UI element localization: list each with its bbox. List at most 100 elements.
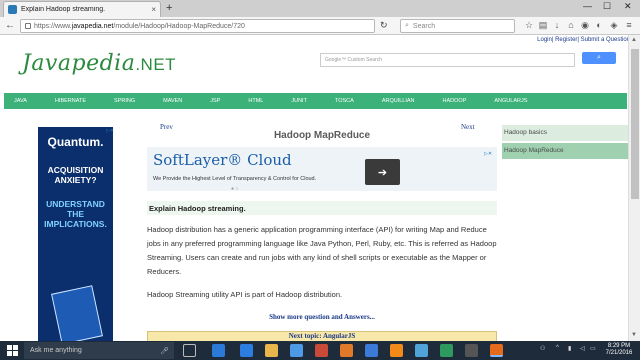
carousel-dots[interactable]: ● ○: [231, 186, 238, 192]
tray-chevron-icon[interactable]: ^: [556, 345, 559, 351]
question-heading: Explain Hadoop streaming.: [147, 201, 497, 215]
sidebar-item-hadoop-basics[interactable]: Hadoop basics: [502, 125, 628, 141]
menu-item-jsp[interactable]: JSP: [210, 98, 220, 104]
edge-browser-icon[interactable]: [212, 344, 225, 357]
browser-search-input[interactable]: ⌕ Search: [400, 19, 515, 33]
show-more-link[interactable]: Show more question and Answers...: [147, 313, 497, 321]
download-icon[interactable]: ↓: [552, 20, 562, 30]
banner-ad-arrow-button[interactable]: ➔: [365, 159, 400, 185]
ad-headline: ACQUISITION ANXIETY?: [47, 165, 104, 185]
menu-item-html[interactable]: HTML: [248, 98, 263, 104]
notification-icon[interactable]: ▭: [590, 345, 596, 352]
clock-date: 7/21/2016: [605, 350, 633, 356]
menu-item-junit[interactable]: JUNIT: [291, 98, 307, 104]
clock-time: 8:29 PM: [607, 343, 631, 349]
cortana-search-placeholder: Ask me anything: [30, 347, 82, 354]
app-icon-blue[interactable]: [365, 344, 378, 357]
maximize-button[interactable]: ☐: [603, 1, 611, 12]
menu-item-hibernate[interactable]: HIBERNATE: [55, 98, 86, 104]
browser-nav-bar: ← https://www. javapedia.net/module/Hadoo…: [0, 17, 640, 35]
volume-icon[interactable]: ◁: [580, 345, 585, 352]
banner-advertisement[interactable]: SoftLayer® Cloud We Provide the Highest …: [147, 147, 497, 192]
app-icon-orange[interactable]: [340, 344, 353, 357]
answer-paragraph: Hadoop distribution has a generic applic…: [147, 225, 497, 276]
lock-icon: [25, 23, 31, 29]
taskbar-clock[interactable]: 8:29 PM 7/21/2016: [599, 343, 639, 357]
site-logo[interactable]: Javapedia.NET: [22, 51, 176, 76]
topic-sidebar: Hadoop basics Hadoop MapReduce: [502, 125, 628, 161]
page-scrollbar[interactable]: ▲ ▼: [628, 35, 640, 341]
pocket-icon[interactable]: ◐: [594, 20, 604, 30]
menu-item-java[interactable]: JAVA: [14, 98, 27, 104]
terminal-icon[interactable]: [465, 344, 478, 357]
windows-taskbar: Ask me anything 🎤︎ ⚇ ^ ▮ ◁ ▭ 8:29 PM 7/2…: [0, 341, 640, 360]
app-icon-green[interactable]: [440, 344, 453, 357]
cortana-search-input[interactable]: Ask me anything 🎤︎: [24, 342, 174, 359]
reload-button[interactable]: ↻: [380, 20, 388, 31]
task-view-icon[interactable]: [183, 344, 196, 357]
logo-main: Javapedia: [22, 51, 136, 76]
adchoices-icon[interactable]: ▷✕: [484, 151, 492, 157]
people-icon[interactable]: ⚇: [540, 345, 545, 352]
app-icon-red[interactable]: [315, 344, 328, 357]
microphone-icon[interactable]: 🎤︎: [160, 347, 169, 355]
custom-search-button[interactable]: ⌕: [582, 52, 616, 64]
file-explorer-icon[interactable]: [265, 344, 278, 357]
browser-search-placeholder: Search: [412, 22, 436, 30]
menu-item-maven[interactable]: MAVEN: [163, 98, 182, 104]
menu-item-arquillian[interactable]: ARQUILLIAN: [382, 98, 415, 104]
custom-search-input[interactable]: Google™ Custom Search: [320, 53, 575, 67]
banner-ad-brand: SoftLayer® Cloud: [153, 151, 292, 169]
url-prefix: https://www.: [34, 22, 72, 30]
home-icon[interactable]: ⌂: [566, 20, 576, 30]
close-window-button[interactable]: ✕: [624, 1, 632, 12]
scroll-down-icon[interactable]: ▼: [631, 332, 637, 338]
custom-search-placeholder: Google™ Custom Search: [325, 57, 382, 63]
extension-icon[interactable]: ◉: [580, 20, 590, 30]
menu-hamburger-icon[interactable]: ≡: [624, 20, 634, 30]
store-icon[interactable]: [290, 344, 303, 357]
tab-title: Explain Hadoop streaming.: [21, 6, 106, 13]
browser-tab[interactable]: Explain Hadoop streaming. ×: [3, 1, 161, 17]
shield-icon[interactable]: ◈: [609, 20, 619, 30]
menu-item-angularjs[interactable]: ANGULARJS: [494, 98, 527, 104]
category-menu: JAVA HIBERNATE SPRING MAVEN JSP HTML JUN…: [4, 93, 627, 109]
network-icon[interactable]: ▮: [568, 345, 571, 352]
address-bar[interactable]: https://www. javapedia.net/module/Hadoop/…: [20, 19, 375, 33]
magnifier-icon: ⌕: [405, 22, 409, 29]
ad-book-image: [51, 285, 103, 341]
menu-item-tosca[interactable]: TOSCA: [335, 98, 354, 104]
ad-subheadline: UNDERSTAND THE IMPLICATIONS.: [44, 199, 107, 229]
scroll-up-icon[interactable]: ▲: [631, 37, 637, 43]
firefox-icon[interactable]: [490, 344, 503, 357]
adchoices-icon[interactable]: ▷✕: [106, 128, 114, 134]
url-path: /module/Hadoop/Hadoop-MapReduce/720: [113, 22, 245, 30]
account-links[interactable]: Login| Register| Submit a Question: [537, 37, 630, 43]
new-tab-button[interactable]: +: [166, 2, 172, 14]
left-advertisement[interactable]: Quantum. ACQUISITION ANXIETY? UNDERSTAND…: [38, 127, 113, 341]
minimize-button[interactable]: —: [583, 1, 592, 11]
reading-list-icon[interactable]: ▤: [538, 20, 548, 30]
logo-ext: .NET: [135, 55, 177, 74]
app-icon-cyan[interactable]: [415, 344, 428, 357]
tab-close-icon[interactable]: ×: [151, 5, 156, 14]
site-favicon-icon: [8, 5, 17, 14]
search-icon: ⌕: [597, 54, 601, 61]
menu-item-spring[interactable]: SPRING: [114, 98, 135, 104]
vlc-icon[interactable]: [390, 344, 403, 357]
windows-start-button[interactable]: [7, 345, 18, 356]
banner-ad-tagline: We Provide the Highest Level of Transpar…: [153, 176, 317, 182]
bookmark-star-icon[interactable]: ☆: [524, 20, 534, 30]
next-topic-link[interactable]: Next topic: AngularJS: [147, 331, 497, 341]
ie-icon[interactable]: [240, 344, 253, 357]
ad-brand: Quantum.: [47, 135, 104, 149]
answer-note: Hadoop Streaming utility API is part of …: [147, 290, 343, 299]
page-title: Hadoop MapReduce: [273, 130, 371, 141]
url-host: javapedia.net: [71, 22, 114, 30]
browser-tab-bar: Explain Hadoop streaming. × + — ☐ ✕: [0, 0, 640, 17]
sidebar-item-hadoop-mapreduce[interactable]: Hadoop MapReduce: [502, 143, 628, 159]
scrollbar-thumb[interactable]: [631, 49, 639, 199]
web-page: Login| Register| Submit a Question Javap…: [0, 35, 640, 341]
back-button[interactable]: ←: [5, 20, 15, 31]
menu-item-hadoop[interactable]: HADOOP: [443, 98, 467, 104]
